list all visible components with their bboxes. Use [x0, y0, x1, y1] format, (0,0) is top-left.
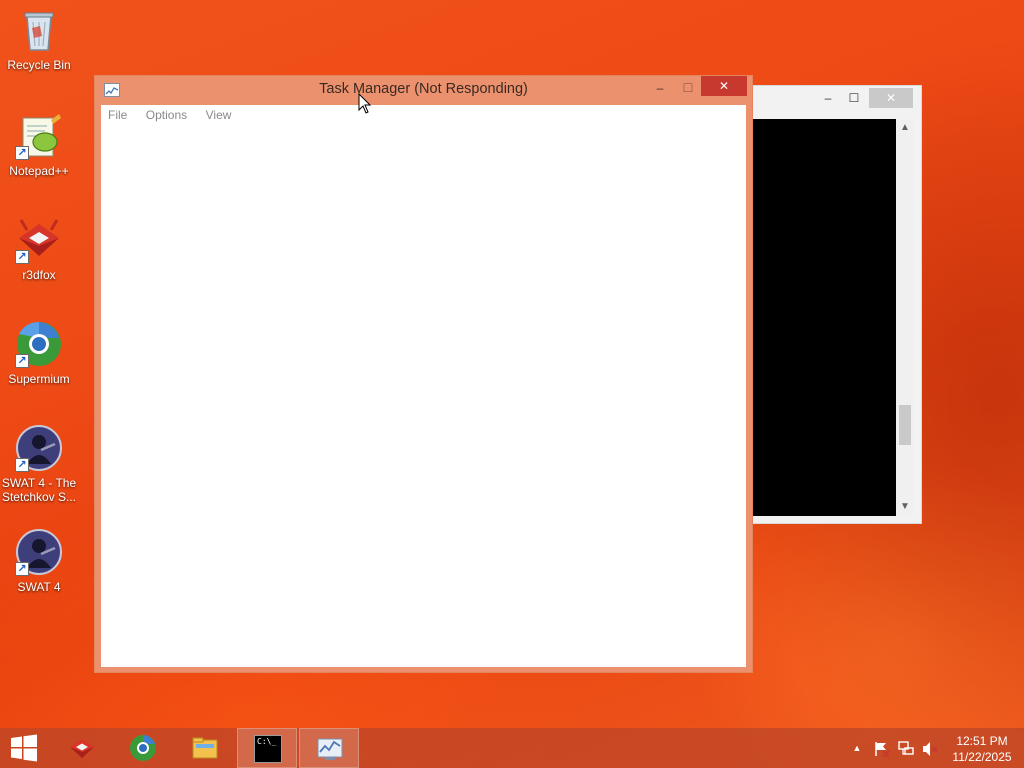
desktop-icon-r3dfox[interactable]: ↗ r3dfox [0, 216, 78, 282]
taskbar-button-file-explorer[interactable] [175, 728, 235, 768]
taskbar-button-r3dfox[interactable] [52, 728, 112, 768]
recycle-bin-icon [15, 6, 63, 54]
console-titlebar[interactable]: ‒ ☐ ✕ [753, 86, 921, 119]
shortcut-arrow-icon: ↗ [15, 146, 29, 160]
task-manager-window[interactable]: Task Manager (Not Responding) ‒ ☐ ✕ File… [94, 75, 753, 673]
scroll-up-arrow-icon[interactable]: ▲ [896, 119, 914, 137]
desktop-icon-supermium[interactable]: ↗ Supermium [0, 320, 78, 386]
task-manager-titlebar[interactable]: Task Manager (Not Responding) ‒ ☐ ✕ [95, 76, 752, 104]
console-close-button[interactable]: ✕ [869, 88, 913, 108]
shortcut-arrow-icon: ↗ [15, 250, 29, 264]
console-window[interactable]: ‒ ☐ ✕ ▲ ▼ [752, 85, 922, 524]
menu-options[interactable]: Options [146, 105, 187, 125]
cmd-icon: C:\_ [254, 735, 282, 763]
shortcut-arrow-icon: ↗ [15, 458, 29, 472]
supermium-icon: ↗ [15, 320, 63, 368]
shortcut-arrow-icon: ↗ [15, 354, 29, 368]
menu-bar: File Options View [101, 105, 746, 125]
mouse-cursor-icon [358, 92, 372, 115]
console-minimize-button[interactable]: ‒ [817, 88, 839, 108]
r3dfox-icon: ↗ [15, 216, 63, 264]
menu-file[interactable]: File [108, 105, 127, 125]
start-button[interactable] [0, 728, 48, 768]
windows-logo-icon [11, 734, 37, 762]
taskbar-button-supermium[interactable] [113, 728, 173, 768]
taskbar-button-task-manager[interactable] [299, 728, 359, 768]
taskbar-button-command-prompt[interactable]: C:\_ [237, 728, 297, 768]
notepad-plus-plus-icon: ↗ [15, 112, 63, 160]
desktop-icon-recycle-bin[interactable]: Recycle Bin [0, 6, 78, 72]
show-hidden-icons-button[interactable]: ▲ [850, 728, 864, 768]
volume-button[interactable] [920, 728, 940, 768]
action-center-button[interactable] [872, 728, 892, 768]
minimize-button[interactable]: ‒ [649, 78, 671, 98]
r3dfox-icon [70, 739, 94, 758]
supermium-icon [130, 735, 156, 761]
console-maximize-button[interactable]: ☐ [843, 88, 865, 108]
maximize-button[interactable]: ☐ [677, 78, 699, 98]
desktop-icon-swat4[interactable]: ↗ SWAT 4 [0, 528, 78, 594]
clock-time: 12:51 PM [956, 734, 1008, 748]
menu-view[interactable]: View [206, 105, 232, 125]
desktop-icon-label: Notepad++ [9, 164, 69, 178]
chevron-up-icon: ▲ [852, 743, 862, 753]
shortcut-arrow-icon: ↗ [15, 562, 29, 576]
network-button[interactable] [896, 728, 916, 768]
network-icon [898, 741, 914, 755]
desktop-icon-label: Supermium [8, 372, 70, 386]
cmd-icon-glyph: C:\_ [257, 737, 277, 746]
task-manager-icon [317, 738, 343, 760]
swat4-icon: ↗ [15, 424, 63, 472]
desktop-icon-swat4-stetchkov[interactable]: ↗ SWAT 4 - The Stetchkov S... [0, 424, 78, 504]
folder-icon [192, 737, 218, 759]
clock-date: 11/22/2025 [952, 750, 1012, 764]
scrollbar-thumb[interactable] [899, 405, 911, 445]
console-output-area[interactable] [753, 119, 896, 516]
system-clock[interactable]: 12:51 PM 11/22/2025 [944, 733, 1020, 765]
flag-icon [875, 742, 890, 758]
desktop-icon-label: SWAT 4 [17, 580, 61, 594]
desktop-icon-notepad-plus-plus[interactable]: ↗ Notepad++ [0, 112, 78, 178]
swat4-icon: ↗ [15, 528, 63, 576]
scroll-down-arrow-icon[interactable]: ▼ [896, 498, 914, 516]
close-button[interactable]: ✕ [701, 76, 747, 96]
desktop-icon-label: SWAT 4 - The Stetchkov S... [1, 476, 77, 504]
desktop-icon-label: Recycle Bin [7, 58, 71, 72]
taskbar: C:\_ ▲ 12:51 PM 11/22/2025 [0, 728, 1024, 768]
task-manager-content: File Options View [101, 105, 746, 667]
console-vertical-scrollbar[interactable]: ▲ ▼ [896, 119, 914, 516]
desktop-icon-label: r3dfox [22, 268, 56, 282]
volume-muted-icon [923, 742, 938, 756]
